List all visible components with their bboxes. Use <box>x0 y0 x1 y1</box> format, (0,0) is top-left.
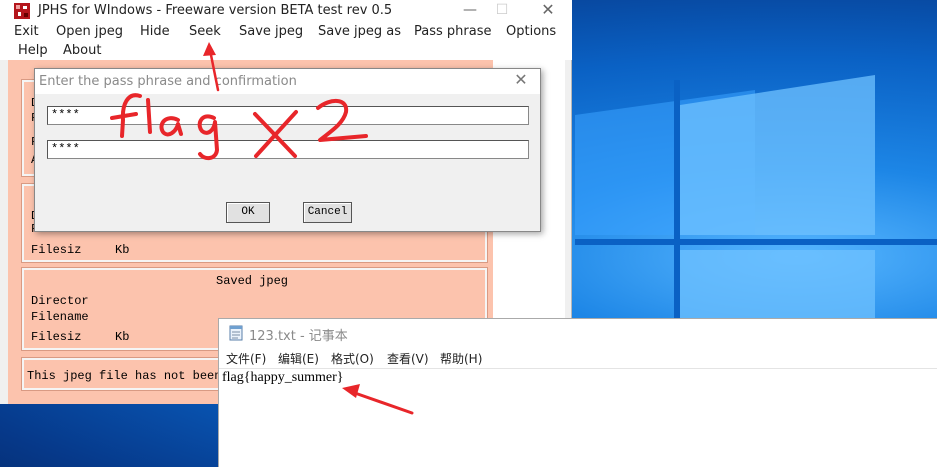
menu-help[interactable]: Help <box>18 43 48 58</box>
saved-jpeg-heading: Saved jpeg <box>216 274 289 288</box>
notepad-menu-view[interactable]: 查看(V) <box>387 350 429 367</box>
jphs-app-icon <box>14 3 30 19</box>
status-text: This jpeg file has not been <box>27 369 222 383</box>
cancel-button[interactable]: Cancel <box>303 202 352 223</box>
saved-filesize-label: Filesiz <box>31 330 82 344</box>
menu-open-jpeg[interactable]: Open jpeg <box>56 24 123 39</box>
confirmation-input[interactable]: **** <box>47 140 529 159</box>
close-icon[interactable]: ✕ <box>506 70 536 92</box>
saved-directory-label: Director <box>31 294 89 308</box>
minimize-icon[interactable]: — <box>452 0 488 22</box>
dialog-title: Enter the pass phrase and confirmation <box>39 74 297 89</box>
menu-about[interactable]: About <box>63 43 101 58</box>
menu-seek[interactable]: Seek <box>189 24 221 39</box>
saved-filename-label: Filename <box>31 310 89 324</box>
notepad-title: 123.txt - 记事本 <box>249 329 348 344</box>
notepad-menubar: 文件(F) 编辑(E) 格式(O) 查看(V) 帮助(H) <box>219 347 937 369</box>
menu-hide[interactable]: Hide <box>140 24 170 39</box>
windows-logo-light <box>575 75 937 350</box>
group2-kb-label: Kb <box>115 243 130 257</box>
group2-filesize-label: Filesiz <box>31 243 82 257</box>
menu-options[interactable]: Options <box>506 24 556 39</box>
close-icon[interactable]: ✕ <box>530 0 566 22</box>
menu-exit[interactable]: Exit <box>14 24 39 39</box>
ok-button[interactable]: OK <box>226 202 270 223</box>
menu-save-jpeg[interactable]: Save jpeg <box>239 24 303 39</box>
dialog-titlebar: Enter the pass phrase and confirmation ✕ <box>35 69 540 94</box>
notepad-menu-format[interactable]: 格式(O) <box>331 350 374 367</box>
notepad-menu-file[interactable]: 文件(F) <box>226 350 266 367</box>
pass-phrase-dialog: Enter the pass phrase and confirmation ✕… <box>34 68 541 232</box>
notepad-titlebar: 123.txt - 记事本 <box>219 319 937 347</box>
notepad-menu-edit[interactable]: 编辑(E) <box>278 350 319 367</box>
jphs-titlebar: JPHS for WIndows - Freeware version BETA… <box>0 0 572 22</box>
notepad-text-content[interactable]: flag{happy_summer} <box>222 370 344 386</box>
notepad-icon <box>229 325 243 341</box>
menu-save-jpeg-as[interactable]: Save jpeg as <box>318 24 401 39</box>
menu-pass-phrase[interactable]: Pass phrase <box>414 24 491 39</box>
maximize-icon[interactable]: ☐ <box>484 0 520 22</box>
pass-phrase-input[interactable]: **** <box>47 106 529 125</box>
saved-kb-label: Kb <box>115 330 130 344</box>
jphs-menubar: Exit Open jpeg Hide Seek Save jpeg Save … <box>0 22 572 60</box>
notepad-menu-help[interactable]: 帮助(H) <box>440 350 482 367</box>
notepad-window: 123.txt - 记事本 文件(F) 编辑(E) 格式(O) 查看(V) 帮助… <box>218 318 937 467</box>
jphs-window-title: JPHS for WIndows - Freeware version BETA… <box>38 3 393 18</box>
